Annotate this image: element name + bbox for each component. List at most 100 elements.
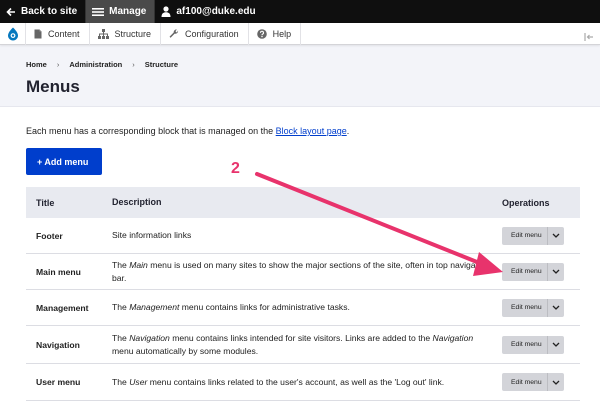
back-to-site-link[interactable]: Back to site bbox=[0, 0, 87, 23]
edit-menu-dropbutton[interactable]: Edit menu bbox=[502, 298, 564, 317]
description-suffix: . bbox=[346, 126, 350, 136]
page-title: Menus bbox=[26, 77, 80, 96]
menu-name-emphasis: User bbox=[129, 376, 148, 387]
menu-icon bbox=[92, 7, 105, 16]
description-text: The bbox=[112, 332, 130, 343]
edit-menu-button[interactable]: Edit menu bbox=[502, 341, 547, 348]
help-icon bbox=[256, 28, 267, 39]
description-text: menu contains links for administrative t… bbox=[179, 302, 350, 312]
table-row: Footer Site information links Edit menu bbox=[26, 218, 580, 254]
tray-orientation-toggle[interactable] bbox=[584, 29, 594, 47]
column-header-title: Title bbox=[36, 197, 55, 208]
tray-item-help-label: Help bbox=[272, 28, 292, 39]
operations-cell: Edit menu bbox=[502, 262, 580, 281]
collapse-icon bbox=[584, 33, 593, 41]
edit-menu-button[interactable]: Edit menu bbox=[502, 304, 547, 311]
menu-title: Main menu bbox=[36, 266, 81, 277]
description-text: The bbox=[112, 302, 130, 312]
tray-item-configuration[interactable]: Configuration bbox=[161, 22, 249, 45]
menus-table: Title Description Operations Footer Site … bbox=[26, 187, 580, 401]
table-header: Title Description Operations bbox=[26, 187, 580, 218]
menu-description: The Main menu is used on many sites to s… bbox=[112, 259, 502, 285]
dropbutton-toggle[interactable] bbox=[547, 262, 564, 281]
menu-name-emphasis: Navigation bbox=[432, 332, 474, 343]
edit-menu-dropbutton[interactable]: Edit menu bbox=[502, 262, 564, 281]
tray-item-configuration-label: Configuration bbox=[185, 28, 239, 39]
operations-cell: Edit menu bbox=[502, 373, 580, 391]
wrench-icon bbox=[169, 29, 179, 38]
description-text: menu is used on many sites to show the m… bbox=[112, 259, 490, 283]
description-text: The bbox=[112, 376, 130, 387]
tray-item-structure[interactable]: Structure bbox=[90, 22, 162, 45]
page-description: Each menu has a corresponding block that… bbox=[26, 126, 574, 136]
breadcrumb-separator: › bbox=[56, 60, 60, 69]
menu-title: User menu bbox=[36, 377, 81, 387]
user-label: af100@duke.edu bbox=[176, 6, 256, 17]
breadcrumb-home[interactable]: Home bbox=[26, 60, 47, 69]
admin-toolbar: Back to site Manage af100@duke.edu bbox=[0, 0, 600, 23]
description-text: Site information links bbox=[112, 230, 192, 240]
menu-name-emphasis: Main bbox=[129, 259, 148, 270]
edit-menu-button[interactable]: Edit menu bbox=[502, 379, 547, 386]
menu-name-emphasis: Management bbox=[129, 302, 180, 312]
drupal-drop-icon bbox=[7, 27, 18, 40]
tray-item-structure-label: Structure bbox=[114, 28, 152, 39]
chevron-down-icon bbox=[552, 342, 560, 347]
menu-description: The User menu contains links related to … bbox=[112, 376, 502, 389]
manage-tab[interactable]: Manage bbox=[86, 0, 156, 23]
breadcrumb-structure[interactable]: Structure bbox=[145, 60, 178, 69]
breadcrumb-administration[interactable]: Administration bbox=[69, 60, 122, 69]
dropbutton-toggle[interactable] bbox=[547, 298, 564, 317]
menu-title: Management bbox=[36, 302, 89, 313]
breadcrumb: Home › Administration › Structure bbox=[26, 60, 600, 69]
add-menu-button[interactable]: + Add menu bbox=[26, 148, 103, 175]
description-prefix: Each menu has a corresponding block that… bbox=[26, 126, 276, 136]
table-row: User menu The User menu contains links re… bbox=[26, 364, 580, 401]
edit-menu-dropbutton[interactable]: Edit menu bbox=[502, 226, 564, 245]
manage-label: Manage bbox=[109, 6, 147, 17]
toolbar-tray: Content Structure Configuration Help bbox=[0, 22, 600, 47]
edit-menu-dropbutton[interactable]: Edit menu bbox=[502, 335, 564, 354]
tray-item-help[interactable]: Help bbox=[249, 22, 302, 45]
arrow-left-icon bbox=[6, 7, 15, 16]
main-content: Each menu has a corresponding block that… bbox=[0, 126, 600, 175]
breadcrumb-separator: › bbox=[132, 60, 135, 69]
operations-cell: Edit menu bbox=[502, 335, 580, 354]
edit-menu-dropbutton[interactable]: Edit menu bbox=[502, 373, 564, 391]
description-text: menu contains links intended for site vi… bbox=[169, 332, 433, 343]
drupal-logo[interactable] bbox=[0, 22, 26, 45]
chevron-down-icon bbox=[552, 305, 560, 310]
menu-name-emphasis: Navigation bbox=[129, 332, 170, 343]
description-text: menu automatically by some modules. bbox=[112, 345, 259, 356]
menu-description: The Management menu contains links for a… bbox=[112, 301, 502, 314]
page-header: Home › Administration › Structure Menus bbox=[0, 45, 600, 107]
edit-menu-button[interactable]: Edit menu bbox=[502, 232, 547, 239]
operations-cell: Edit menu bbox=[502, 298, 580, 317]
tray-item-content[interactable]: Content bbox=[26, 22, 90, 45]
back-to-site-label: Back to site bbox=[21, 6, 78, 17]
table-row: Main menu The Main menu is used on many s… bbox=[26, 254, 580, 290]
user-account-tab[interactable]: af100@duke.edu bbox=[155, 0, 263, 23]
annotation-number: 2 bbox=[231, 160, 240, 177]
column-header-description: Description bbox=[112, 197, 162, 207]
menu-description: Site information links bbox=[112, 229, 502, 242]
tray-item-content-label: Content bbox=[48, 28, 80, 39]
user-icon bbox=[161, 6, 171, 17]
dropbutton-toggle[interactable] bbox=[547, 373, 564, 391]
block-layout-link[interactable]: Block layout page bbox=[276, 126, 347, 136]
dropbutton-toggle[interactable] bbox=[547, 226, 564, 245]
edit-menu-button[interactable]: Edit menu bbox=[502, 268, 547, 275]
table-row: Management The Management menu contains l… bbox=[26, 290, 580, 326]
menu-title: Footer bbox=[36, 230, 63, 241]
chevron-down-icon bbox=[552, 380, 560, 385]
dropbutton-toggle[interactable] bbox=[547, 335, 564, 354]
description-text: menu contains links related to the user'… bbox=[147, 376, 445, 387]
chevron-down-icon bbox=[552, 269, 560, 274]
table-row: Navigation The Navigation menu contains l… bbox=[26, 326, 580, 364]
description-text: The bbox=[112, 259, 130, 270]
menu-title: Navigation bbox=[36, 339, 80, 350]
column-header-operations: Operations bbox=[502, 197, 550, 208]
menu-description: The Navigation menu contains links inten… bbox=[112, 332, 502, 358]
operations-cell: Edit menu bbox=[502, 226, 580, 245]
chevron-down-icon bbox=[552, 233, 560, 238]
